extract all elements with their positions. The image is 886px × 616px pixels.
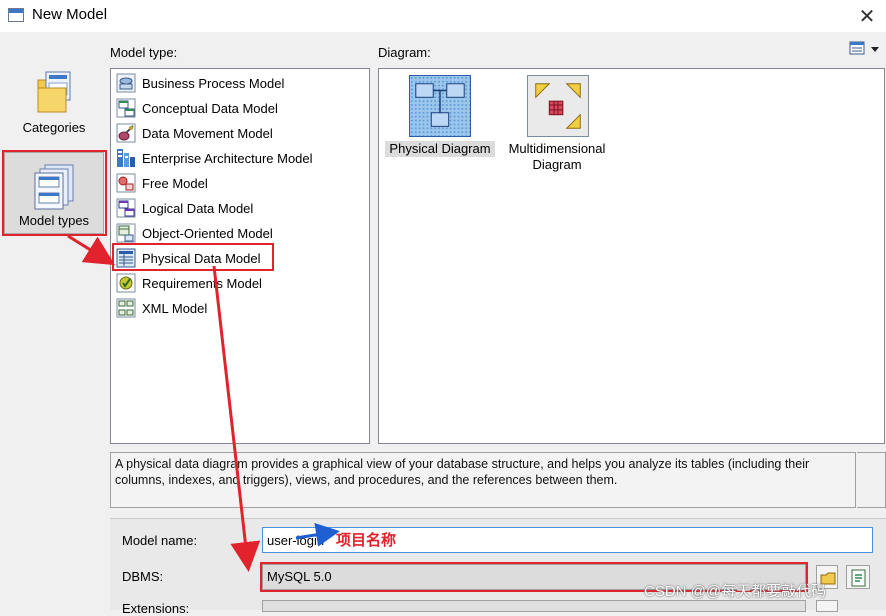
model-name-label: Model name: (122, 533, 198, 548)
enterprise-architecture-model-icon (117, 149, 135, 167)
diagram-item-physical-diagram[interactable]: Physical Diagram (385, 73, 495, 157)
list-item-logical-data-model[interactable]: Logical Data Model (116, 197, 356, 219)
dbms-properties-button[interactable] (846, 565, 870, 589)
properties-icon (851, 569, 866, 587)
chevron-down-icon (871, 47, 879, 52)
list-item-label: Object-Oriented Model (142, 225, 273, 241)
free-model-icon (116, 173, 136, 193)
sidebar-item-categories[interactable]: Categories (8, 68, 100, 140)
list-item-data-movement-model[interactable]: Data Movement Model (116, 122, 356, 144)
diagram-item-label: Multidimensional (508, 141, 606, 156)
list-item-object-oriented-model[interactable]: Object-Oriented Model (116, 222, 356, 244)
red-arrow-to-physical-data-model (67, 234, 116, 266)
list-item-xml-model[interactable]: XML Model (116, 297, 356, 319)
list-item-label: Free Model (142, 175, 208, 191)
view-mode-toggle[interactable] (848, 40, 882, 58)
business-process-model-icon (116, 73, 136, 93)
list-item-free-model[interactable]: Free Model (116, 172, 356, 194)
dbms-label: DBMS: (122, 569, 164, 584)
diagram-caption: Diagram: (378, 45, 431, 60)
highlight-box-physical-data-model (112, 243, 274, 271)
extensions-label: Extensions: (122, 601, 190, 616)
close-button[interactable]: ✕ (852, 4, 882, 28)
list-item-requirements-model[interactable]: Requirements Model (116, 272, 356, 294)
multidimensional-diagram-icon (527, 75, 589, 137)
categories-folder-icon (37, 71, 71, 113)
diagram-item-label: Physical Diagram (385, 141, 495, 157)
list-item-label: Logical Data Model (142, 200, 254, 216)
model-type-caption: Model type: (110, 45, 178, 60)
extensions-button[interactable] (816, 600, 838, 612)
physical-diagram-icon (409, 75, 471, 137)
data-movement-model-icon (116, 123, 136, 143)
list-item-label: XML Model (142, 300, 208, 316)
window-title: New Model (32, 6, 108, 23)
list-item-conceptual-data-model[interactable]: Conceptual Data Model (116, 97, 356, 119)
list-item-label: Business Process Model (142, 75, 285, 91)
list-item-business-process-model[interactable]: Business Process Model (116, 72, 356, 94)
conceptual-data-model-icon (116, 98, 136, 118)
diagram-item-multidimensional-diagram[interactable]: Multidimensional Diagram (501, 73, 613, 173)
list-item-enterprise-architecture-model[interactable]: Enterprise Architecture Model (116, 147, 356, 169)
list-item-label: Conceptual Data Model (142, 100, 278, 116)
extensions-field[interactable] (262, 600, 806, 612)
title-bar (0, 0, 886, 32)
requirements-model-icon (116, 273, 136, 293)
annotation-project-name: 项目名称 (336, 531, 397, 549)
logical-data-model-icon (116, 198, 136, 218)
xml-model-icon (116, 298, 136, 318)
description-text: A physical data diagram provides a graph… (110, 452, 856, 508)
object-oriented-model-icon (116, 223, 136, 243)
list-item-label: Enterprise Architecture Model (142, 150, 313, 166)
diagram-panel[interactable]: Physical Diagram Multidimensional Diagra… (378, 68, 885, 444)
watermark: CSDN @@每天都要敲代码 (644, 583, 827, 600)
app-window-icon (8, 8, 24, 22)
highlight-box-model-types (2, 150, 107, 236)
list-view-icon (849, 41, 879, 55)
sidebar-item-label: Categories (22, 120, 86, 135)
diagram-item-label: Diagram (532, 157, 582, 172)
description-scrollbar[interactable] (857, 452, 886, 508)
list-item-label: Requirements Model (142, 275, 262, 291)
list-item-label: Data Movement Model (142, 125, 273, 141)
